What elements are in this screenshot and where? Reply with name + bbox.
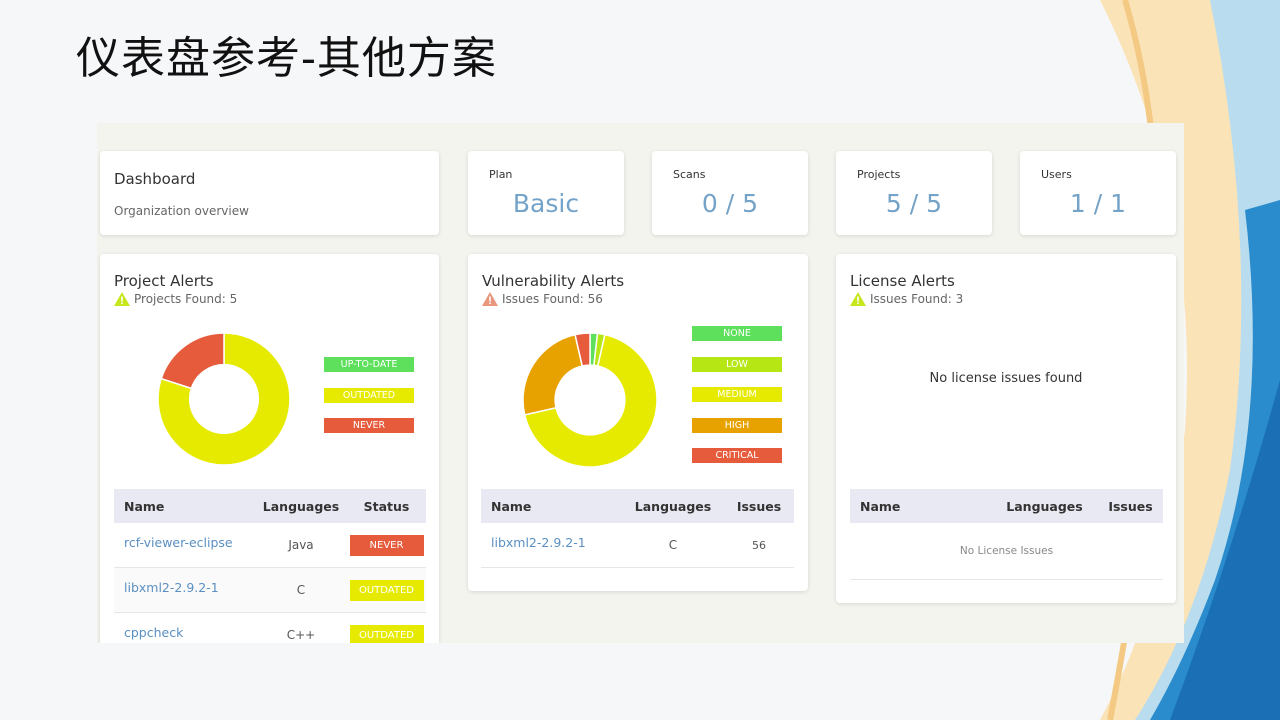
legend-high: HIGH (692, 418, 782, 433)
vulnerabilities-table: Name Languages Issues libxml2-2.9.2-1 C … (481, 489, 794, 568)
column-header-languages[interactable]: Languages (991, 489, 1098, 523)
status-badge: OUTDATED (349, 579, 424, 601)
dashboard-panel: Dashboard Organization overview Plan Bas… (97, 123, 1184, 643)
project-alerts-card: Project Alerts Projects Found: 5 UP-TO-D… (100, 254, 439, 643)
legend-critical: CRITICAL (692, 448, 782, 463)
scans-value: 0 / 5 (701, 189, 759, 218)
vulnerability-severity-donut-chart (523, 333, 657, 467)
column-header-languages[interactable]: Languages (622, 489, 724, 523)
column-header-name[interactable]: Name (114, 489, 255, 523)
project-link[interactable]: libxml2-2.9.2-1 (124, 580, 219, 595)
vulnerability-alerts-summary: Issues Found: 56 (482, 292, 603, 306)
project-alerts-count: Projects Found: 5 (134, 292, 238, 306)
language-cell: C++ (255, 612, 347, 643)
donut-slice-high (523, 333, 584, 416)
language-cell: C (255, 567, 347, 613)
column-header-languages[interactable]: Languages (255, 489, 347, 523)
column-header-issues[interactable]: Issues (724, 489, 794, 523)
license-chart-empty-message: No license issues found (929, 371, 1083, 386)
users-value: 1 / 1 (1069, 189, 1127, 218)
column-header-name[interactable]: Name (850, 489, 991, 523)
vulnerability-alerts-card: Vulnerability Alerts Issues Found: 56 NO… (468, 254, 808, 591)
table-row: rcf-viewer-eclipse Java NEVER (114, 523, 426, 568)
column-header-name[interactable]: Name (481, 489, 622, 523)
plan-card: Plan Basic (468, 151, 624, 235)
project-alerts-summary: Projects Found: 5 (114, 292, 237, 306)
license-alerts-title: License Alerts (850, 272, 955, 290)
scans-label: Scans (673, 168, 706, 181)
license-alerts-count: Issues Found: 3 (870, 292, 964, 306)
table-row: libxml2-2.9.2-1 C 56 (481, 523, 794, 568)
legend-outdated: OUTDATED (324, 388, 414, 403)
licenses-table: Name Languages Issues No License Issues (850, 489, 1163, 580)
language-cell: Java (255, 523, 347, 568)
projects-card: Projects 5 / 5 (836, 151, 992, 235)
slide-title: 仪表盘参考-其他方案 (76, 33, 497, 84)
legend-none: NONE (692, 326, 782, 341)
license-alerts-summary: Issues Found: 3 (850, 292, 963, 306)
status-badge: NEVER (349, 534, 424, 556)
projects-label: Projects (857, 168, 901, 181)
warning-icon (114, 292, 130, 306)
project-link[interactable]: rcf-viewer-eclipse (124, 535, 233, 550)
plan-label: Plan (489, 168, 513, 181)
issues-cell: 56 (724, 523, 794, 568)
legend-never: NEVER (324, 418, 414, 433)
status-badge: OUTDATED (349, 624, 424, 643)
project-status-donut-chart (158, 333, 290, 465)
warning-icon (482, 292, 498, 306)
dashboard-subtitle: Organization overview (114, 204, 249, 218)
table-row: libxml2-2.9.2-1 C OUTDATED (114, 567, 426, 613)
dashboard-title: Dashboard (114, 170, 196, 188)
project-alerts-title: Project Alerts (114, 272, 214, 290)
legend-low: LOW (692, 357, 782, 372)
vulnerability-alerts-title: Vulnerability Alerts (482, 272, 625, 290)
project-link[interactable]: libxml2-2.9.2-1 (491, 535, 586, 550)
table-row: No License Issues (850, 523, 1163, 580)
legend-up-to-date: UP-TO-DATE (324, 357, 414, 372)
overview-card: Dashboard Organization overview (100, 151, 439, 235)
users-card: Users 1 / 1 (1020, 151, 1176, 235)
plan-value: Basic (512, 189, 580, 218)
license-alerts-card: License Alerts Issues Found: 3 No licens… (836, 254, 1176, 603)
donut-slice-never (160, 333, 225, 390)
warning-icon (850, 292, 866, 306)
column-header-issues[interactable]: Issues (1098, 489, 1163, 523)
license-table-empty-message: No License Issues (850, 523, 1163, 580)
table-row: cppcheck C++ OUTDATED (114, 612, 426, 643)
projects-table: Name Languages Status rcf-viewer-eclipse… (114, 489, 426, 643)
users-label: Users (1041, 168, 1072, 181)
legend-medium: MEDIUM (692, 387, 782, 402)
language-cell: C (622, 523, 724, 568)
projects-value: 5 / 5 (885, 189, 943, 218)
scans-card: Scans 0 / 5 (652, 151, 808, 235)
vulnerability-alerts-count: Issues Found: 56 (502, 292, 603, 306)
column-header-status[interactable]: Status (347, 489, 426, 523)
project-link[interactable]: cppcheck (124, 625, 183, 640)
